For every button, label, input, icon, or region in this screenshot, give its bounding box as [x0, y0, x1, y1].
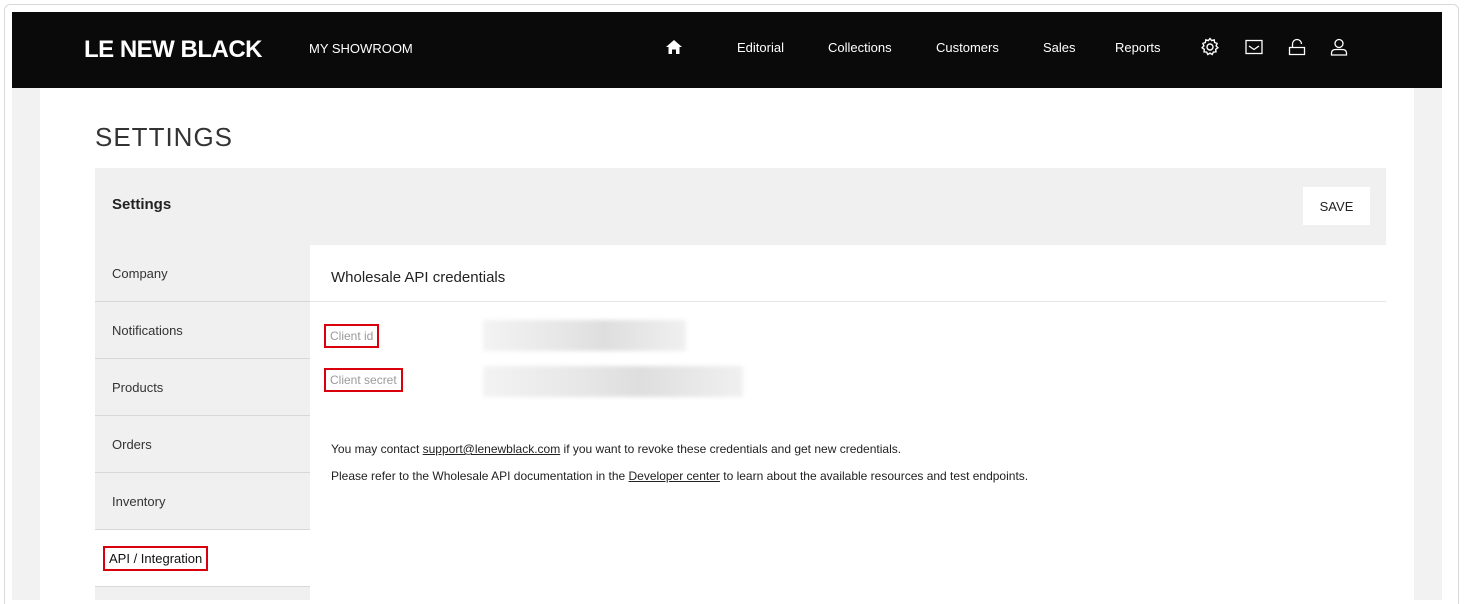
developer-center-link[interactable]: Developer center: [629, 469, 720, 483]
note-text: You may contact: [331, 442, 423, 456]
sidebar-item-label: Inventory: [112, 493, 166, 509]
nav-sales[interactable]: Sales: [1043, 40, 1076, 55]
divider: [310, 301, 1386, 302]
nav-customers[interactable]: Customers: [936, 40, 999, 55]
sidebar-item-label: Orders: [112, 436, 152, 452]
client-id-label: Client id: [324, 324, 380, 348]
client-secret-label: Client secret: [324, 368, 403, 392]
page-title: SETTINGS: [95, 122, 234, 152]
documentation-note: Please refer to the Wholesale API docume…: [331, 469, 1028, 483]
client-id-value: [483, 320, 686, 351]
sidebar-item-label: Notifications: [112, 322, 183, 338]
panel-title: Settings: [112, 196, 172, 213]
client-secret-value: [483, 366, 743, 397]
sidebar-item-products[interactable]: Products: [95, 359, 310, 416]
inbox-icon[interactable]: [1243, 36, 1265, 58]
save-button[interactable]: SAVE: [1303, 187, 1370, 225]
sidebar-item-label: API / Integration: [103, 545, 209, 571]
nav-reports[interactable]: Reports: [1115, 40, 1161, 55]
sidebar-item-inventory[interactable]: Inventory: [95, 473, 310, 530]
settings-page: SETTINGS Settings SAVE Company Notificat…: [40, 88, 1414, 600]
main-canvas: SETTINGS Settings SAVE Company Notificat…: [12, 88, 1442, 600]
sidebar-item-label: Company: [112, 265, 168, 281]
sidebar-item-label: Products: [112, 379, 164, 395]
showroom-link[interactable]: MY SHOWROOM: [309, 41, 413, 56]
settings-icon[interactable]: [1199, 36, 1221, 58]
api-credentials-content: Wholesale API credentials Client id Clie…: [310, 245, 1386, 600]
brand-logo[interactable]: LE NEW BLACK: [84, 36, 262, 64]
user-icon[interactable]: [1328, 36, 1350, 58]
sidebar-item-company[interactable]: Company: [95, 245, 310, 302]
revoke-note: You may contact support@lenewblack.com i…: [331, 442, 901, 456]
support-email-link[interactable]: support@lenewblack.com: [423, 442, 561, 456]
sidebar-item-orders[interactable]: Orders: [95, 416, 310, 473]
note-text: Please refer to the Wholesale API docume…: [331, 469, 629, 483]
top-navbar: LE NEW BLACK MY SHOWROOM Editorial Colle…: [12, 12, 1442, 88]
bag-icon[interactable]: [1286, 36, 1308, 58]
note-text: if you want to revoke these credentials …: [560, 442, 902, 456]
section-title: Wholesale API credentials: [331, 269, 506, 286]
settings-sidebar: Company Notifications Products Orders In…: [95, 245, 310, 600]
sidebar-item-api-integration[interactable]: API / Integration: [95, 530, 310, 587]
sidebar-item-notifications[interactable]: Notifications: [95, 302, 310, 359]
home-icon[interactable]: [663, 36, 685, 58]
nav-editorial[interactable]: Editorial: [737, 40, 784, 55]
note-text: to learn about the available resources a…: [719, 469, 1029, 483]
settings-panel-header: Settings SAVE: [95, 168, 1386, 245]
nav-collections[interactable]: Collections: [828, 40, 892, 55]
